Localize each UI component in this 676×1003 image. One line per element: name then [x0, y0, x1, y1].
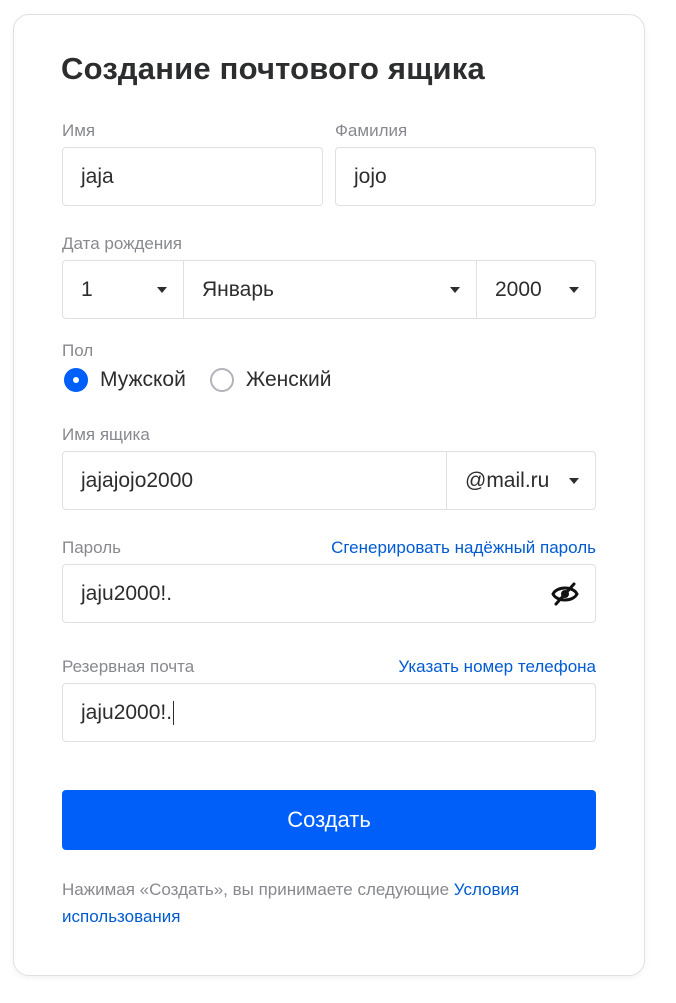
password-value: jaju2000!. [81, 581, 173, 605]
chevron-down-icon [569, 477, 579, 484]
last-name-label: Фамилия [335, 121, 408, 140]
eye-slash-icon[interactable] [551, 581, 579, 607]
gender-male-label: Мужской [100, 368, 186, 391]
terms-text: Нажимая «Создать», вы принимаете следующ… [62, 880, 454, 899]
gender-female-radio[interactable]: Женский [209, 368, 332, 392]
mailbox-value: jajajojo2000 [81, 468, 194, 492]
birth-date-group: 1 Январь 2000 [62, 260, 596, 319]
password-label: Пароль [62, 538, 121, 557]
birth-month-value: Январь [202, 277, 274, 301]
gender-label: Пол [62, 341, 94, 360]
last-name-field[interactable]: jojo [335, 147, 596, 206]
birth-date-label: Дата рождения [62, 234, 182, 253]
domain-value: @mail.ru [465, 468, 550, 492]
mailbox-input[interactable]: jajajojo2000 [63, 452, 446, 509]
text-cursor [173, 700, 175, 725]
mailbox-label: Имя ящика [62, 425, 150, 444]
password-field[interactable]: jaju2000!. [62, 564, 596, 623]
page-title: Создание почтового ящика [61, 51, 485, 86]
backup-email-label: Резервная почта [62, 657, 195, 676]
backup-email-value: jaju2000!. [81, 700, 173, 724]
gender-radio-group: Мужской Женский [64, 368, 331, 392]
birth-month-select[interactable]: Январь [183, 261, 476, 318]
gender-female-label: Женский [245, 368, 332, 391]
birth-day-value: 1 [81, 277, 93, 301]
first-name-label: Имя [62, 121, 96, 140]
terms-notice: Нажимая «Создать», вы принимаете следующ… [62, 876, 607, 930]
gender-male-radio[interactable]: Мужской [64, 368, 186, 392]
generate-password-link[interactable]: Сгенерировать надёжный пароль [331, 538, 596, 558]
birth-day-select[interactable]: 1 [63, 261, 183, 318]
first-name-field[interactable]: jaja [62, 147, 323, 206]
radio-unchecked-icon [209, 368, 234, 392]
chevron-down-icon [157, 286, 167, 293]
birth-year-select[interactable]: 2000 [476, 261, 595, 318]
radio-checked-icon [64, 368, 88, 392]
chevron-down-icon [450, 286, 460, 293]
last-name-value: jojo [354, 164, 387, 188]
first-name-value: jaja [81, 164, 114, 188]
phone-number-link[interactable]: Указать номер телефона [398, 657, 596, 677]
create-button[interactable]: Создать [62, 790, 596, 850]
backup-email-field[interactable]: jaju2000!. [62, 683, 596, 742]
mailbox-group: jajajojo2000 @mail.ru [62, 451, 596, 510]
birth-year-value: 2000 [495, 277, 542, 301]
chevron-down-icon [569, 286, 579, 293]
domain-select[interactable]: @mail.ru [446, 452, 595, 509]
